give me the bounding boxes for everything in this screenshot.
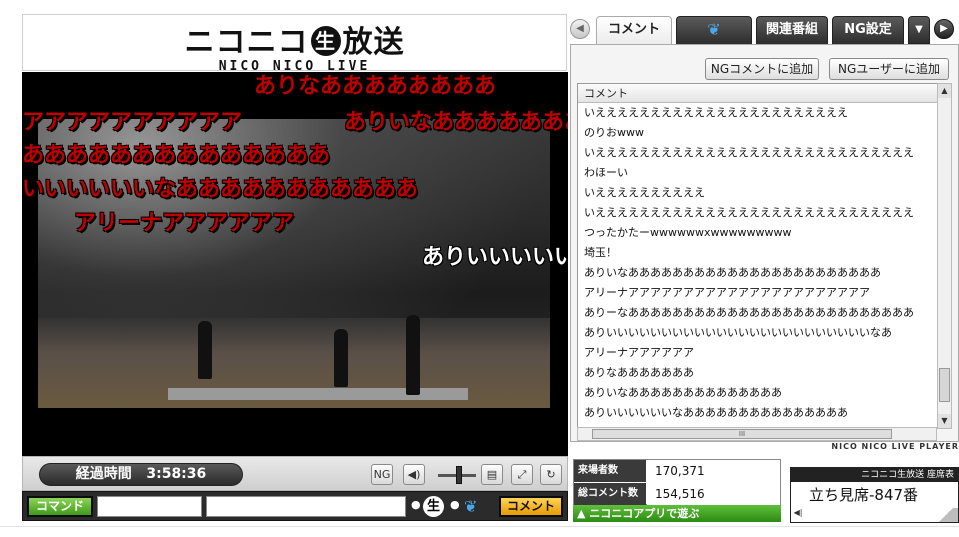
tab-twitter[interactable]: ❦	[676, 16, 752, 44]
performer	[334, 329, 348, 387]
seat-widget: ニコニコ生放送 座席表 立ち見席-847番 ◀|	[790, 467, 959, 523]
volume-slider[interactable]	[438, 465, 476, 485]
nama-post-icon[interactable]: 生	[423, 496, 444, 517]
panel-tabs: ◀ コメント ❦ 関連番組 NG設定 ▼ ▶	[568, 14, 959, 44]
performer	[406, 315, 420, 395]
logo-right-text: 放送	[342, 25, 405, 60]
danmaku-comment: いいいいいいなあああああああああああ	[22, 177, 419, 202]
logo-title: ニコニコ生放送	[23, 17, 566, 61]
tab-scroll-right-icon[interactable]: ▶	[934, 19, 954, 39]
volume-knob[interactable]	[456, 466, 462, 484]
add-ng-user-button[interactable]: NGユーザーに追加	[829, 58, 949, 80]
visitors-value: 170,371	[647, 460, 780, 482]
comment-column-header[interactable]: コメント	[578, 84, 946, 103]
comment-row[interactable]: ありいなああああああああああああああ	[578, 383, 946, 403]
video-player[interactable]: ありなああああああああ アアアアアアアアアア ありいなああああああ ああ ああああ…	[22, 72, 568, 456]
comment-row[interactable]: わほーい	[578, 163, 946, 183]
rewind-icon[interactable]: ◀|	[791, 504, 805, 522]
comment-toggle-icon[interactable]: ▤	[481, 464, 503, 485]
stats-box: 来場者数 170,371 総コメント数 154,516	[573, 459, 781, 505]
command-input[interactable]	[97, 496, 202, 517]
tab-related-programs[interactable]: 関連番組	[756, 16, 828, 44]
tab-scroll-left-icon[interactable]: ◀	[570, 19, 590, 39]
elapsed-label: 経過時間	[75, 466, 132, 482]
danmaku-comment: アアアアアアアアアア	[22, 110, 243, 135]
comment-input-bar: コマンド ● 生 ● ❦ コメント	[22, 491, 568, 521]
nico-live-logo: ニコニコ生放送 NICO NICO LIVE	[22, 14, 567, 74]
visitors-label: 来場者数	[574, 460, 646, 482]
speaker-icon[interactable]: ◀)	[403, 464, 425, 485]
seat-number: 立ち見席-847番	[809, 486, 919, 504]
stage-floor	[168, 388, 468, 400]
scroll-down-icon[interactable]: ▼	[938, 414, 951, 428]
twitter-bird-icon[interactable]: ❦	[464, 497, 477, 516]
performer	[198, 321, 212, 379]
comment-list[interactable]: コメント いえええええええええええええええええええええええ のりおwww いええ…	[577, 83, 947, 429]
comment-row[interactable]: ありいいいいいいなあああああああああああああああ	[578, 403, 946, 423]
comment-row[interactable]: つったかたーwwwwwwxwwwwwwwww	[578, 223, 946, 243]
comment-input[interactable]	[206, 496, 406, 517]
danmaku-comment: ああああああああああああああ	[22, 143, 331, 168]
popout-icon[interactable]: ⤢	[511, 464, 533, 485]
hscroll-thumb[interactable]: III	[592, 429, 892, 439]
total-comments-label: 総コメント数	[574, 483, 646, 505]
nico-app-button[interactable]: ▲ ニコニコアプリで遊ぶ	[573, 505, 781, 522]
comment-row[interactable]: ありなあああああああ	[578, 363, 946, 383]
danmaku-comment: ありいなああああああああ	[344, 110, 568, 135]
total-comments-value: 154,516	[647, 483, 780, 505]
comment-horizontal-scrollbar[interactable]: III	[577, 427, 937, 441]
add-ng-comment-button[interactable]: NGコメントに追加	[705, 58, 819, 80]
seat-title: ニコニコ生放送 座席表	[791, 468, 958, 482]
comment-row[interactable]: いえええええええええええええええええええええええええええええ	[578, 143, 946, 163]
comment-submit-button[interactable]: コメント	[499, 496, 563, 517]
ng-share-icon[interactable]: NG	[371, 464, 393, 485]
scroll-thumb[interactable]	[939, 368, 950, 402]
comment-panel: NGコメントに追加 NGユーザーに追加 コメント いええええええええええええええ…	[570, 44, 959, 442]
twitter-bird-icon: ❦	[707, 20, 721, 39]
page-bottom-strip	[0, 526, 959, 537]
comment-vertical-scrollbar[interactable]: ▲ ▼	[937, 83, 952, 429]
total-comments-row: 総コメント数 154,516	[574, 483, 780, 505]
comment-row[interactable]: いえええええええええええええええええええええええええええええ	[578, 203, 946, 223]
tab-dropdown-icon[interactable]: ▼	[908, 16, 930, 44]
comment-row[interactable]: ありーなああああああああああああああああああああああああああ	[578, 303, 946, 323]
tab-ng-settings[interactable]: NG設定	[832, 16, 904, 44]
page-curl-icon[interactable]	[934, 508, 958, 522]
logo-left-text: ニコニコ	[184, 25, 309, 60]
elapsed-time: 3:58:36	[146, 466, 207, 482]
comment-row[interactable]: ありいいいいいいいいいいいいいいいいいいいいいいいいなあ	[578, 323, 946, 343]
danmaku-comment: ありいいいいい	[422, 245, 568, 270]
scroll-up-icon[interactable]: ▲	[938, 84, 951, 98]
nama-icon: 生	[310, 26, 341, 56]
comment-row[interactable]: のりおwww	[578, 123, 946, 143]
comment-row[interactable]: いえええええええええええええええええええええええ	[578, 103, 946, 123]
comment-row[interactable]: 埼玉！	[578, 243, 946, 263]
command-button[interactable]: コマンド	[27, 496, 93, 517]
tab-comments[interactable]: コメント	[596, 16, 672, 44]
comment-row[interactable]: アリーナアアアアアア	[578, 343, 946, 363]
comment-row[interactable]: いええええええええええ	[578, 183, 946, 203]
comment-row[interactable]: アリーナアアアアアアアアアアアアアアアアアアアアアア	[578, 283, 946, 303]
ng-toolbar: NGコメントに追加 NGユーザーに追加	[571, 45, 958, 81]
elapsed-time-display: 経過時間 3:58:36	[39, 463, 243, 486]
danmaku-comment: アリーナアアアアアア	[74, 211, 295, 236]
reload-icon[interactable]: ↻	[540, 464, 562, 485]
twitter-radio[interactable]: ●	[450, 498, 460, 511]
player-controls: 経過時間 3:58:36 NG ◀) ▤ ⤢ ↻	[22, 456, 568, 491]
comment-row[interactable]: ありいなあああああああああああああああああああああああ	[578, 263, 946, 283]
nama-radio[interactable]: ●	[411, 498, 421, 511]
danmaku-comment: ありなああああああああ	[254, 74, 497, 99]
player-footer-label: NICO NICO LIVE PLAYER	[831, 442, 959, 451]
visitors-row: 来場者数 170,371	[574, 460, 780, 482]
